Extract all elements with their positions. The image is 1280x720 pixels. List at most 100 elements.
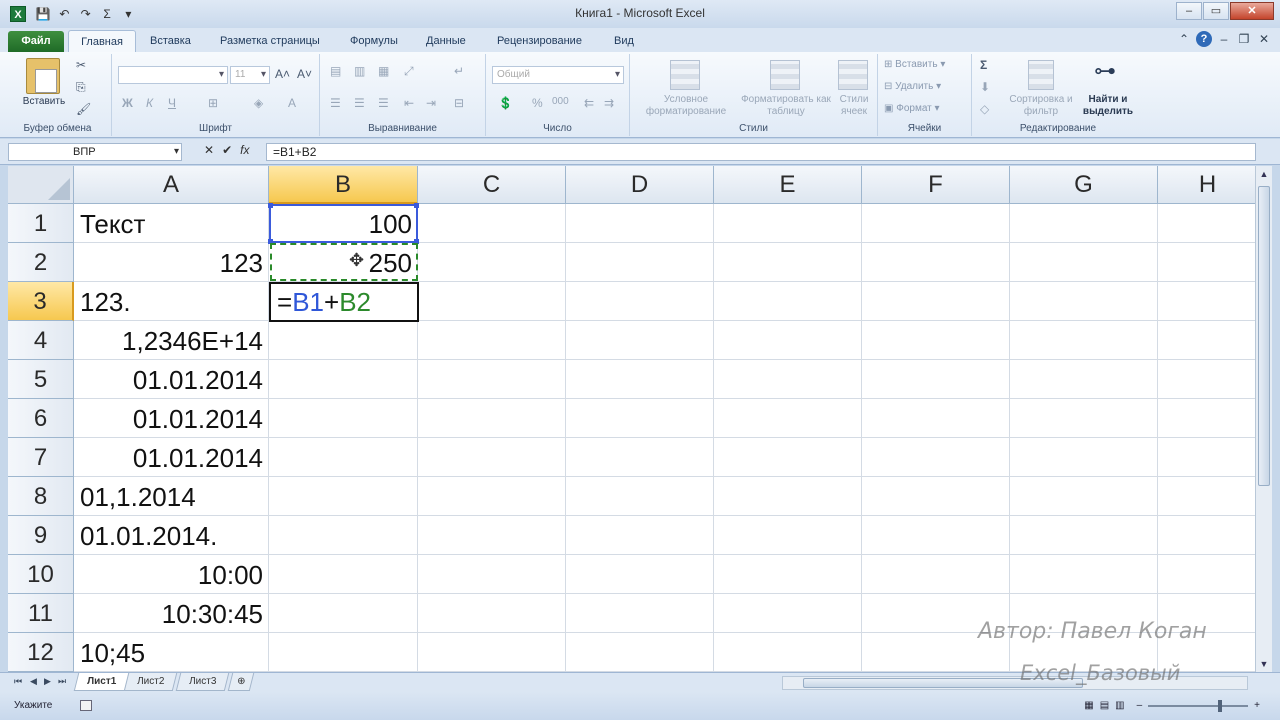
italic-button[interactable]: К (146, 96, 153, 110)
cell-styles-button[interactable]: Стили ячеек (832, 94, 876, 118)
align-middle-icon[interactable]: ▥ (354, 64, 365, 78)
increase-indent-icon[interactable]: ⇥ (426, 96, 436, 110)
align-bottom-icon[interactable]: ▦ (378, 64, 389, 78)
last-sheet-icon[interactable]: ⏭ (58, 676, 66, 687)
format-as-table-button[interactable]: Форматировать как таблицу (738, 94, 834, 118)
find-select-button[interactable]: Найти и выделить (1078, 94, 1138, 118)
cell-a3[interactable]: 123. (74, 282, 269, 321)
format-cells-button[interactable]: ▣ Формат ▾ (884, 102, 940, 116)
cell-a10[interactable]: 10:00 (74, 555, 269, 594)
font-name-combo[interactable] (118, 66, 228, 84)
row-header-11[interactable]: 11 (8, 594, 74, 633)
delete-cells-button[interactable]: ⊟ Удалить ▾ (884, 80, 941, 94)
page-layout-view-icon[interactable]: ▤ (1100, 700, 1109, 711)
column-header-e[interactable]: E (714, 166, 862, 204)
cell-a4[interactable]: 1,2346E+14 (74, 321, 269, 360)
cell-a8[interactable]: 01,1.2014 (74, 477, 269, 516)
column-header-f[interactable]: F (862, 166, 1010, 204)
cancel-formula-icon[interactable]: ✕ (204, 143, 214, 157)
formula-input[interactable]: =B1+B2 (266, 143, 1256, 161)
cell-a11[interactable]: 10:30:45 (74, 594, 269, 633)
name-box[interactable]: ВПР (8, 143, 182, 161)
insert-function-icon[interactable]: fx (240, 143, 249, 157)
fill-color-icon[interactable]: ◈ (254, 96, 263, 110)
autosum-icon[interactable]: Σ (980, 58, 987, 72)
cell-a2[interactable]: 123 (74, 243, 269, 282)
conditional-formatting-button[interactable]: Условное форматирование (634, 94, 738, 118)
cell-a12[interactable]: 10;45 (74, 633, 269, 672)
sort-filter-icon[interactable] (1028, 60, 1054, 90)
decrease-decimal-icon[interactable]: ⇉ (604, 96, 614, 110)
cell-a9[interactable]: 01.01.2014. (74, 516, 269, 555)
tab-page-layout[interactable]: Разметка страницы (220, 32, 320, 52)
cell-a7[interactable]: 01.01.2014 (74, 438, 269, 477)
font-size-combo[interactable]: 11 (230, 66, 270, 84)
row-header-7[interactable]: 7 (8, 438, 74, 477)
underline-button[interactable]: Ч (168, 96, 176, 110)
clear-icon[interactable]: ◇ (980, 102, 989, 116)
format-painter-icon[interactable]: 🖌 (76, 102, 91, 116)
spreadsheet-grid[interactable]: ABCDEFGH 1 2 3 4 5 6 7 8 9 10 11 12 Текст 123 123. 1,2… (8, 166, 1255, 672)
format-as-table-icon[interactable] (770, 60, 800, 90)
row-header-8[interactable]: 8 (8, 477, 74, 516)
tab-home[interactable]: Главная (68, 30, 136, 53)
enter-formula-icon[interactable]: ✔ (222, 143, 232, 157)
conditional-formatting-icon[interactable] (670, 60, 700, 90)
row-header-10[interactable]: 10 (8, 555, 74, 594)
row-header-2[interactable]: 2 (8, 243, 74, 282)
orientation-icon[interactable]: ⤢ (404, 64, 414, 79)
select-all-corner[interactable] (8, 166, 74, 204)
doc-close-icon[interactable]: ✕ (1256, 31, 1272, 47)
column-header-g[interactable]: G (1010, 166, 1158, 204)
tab-insert[interactable]: Вставка (150, 32, 191, 52)
paste-button[interactable]: Вставить (14, 96, 74, 108)
copy-icon[interactable]: ⎘ (76, 80, 86, 95)
column-header-d[interactable]: D (566, 166, 714, 204)
maximize-button[interactable]: ▭ (1203, 2, 1229, 20)
first-sheet-icon[interactable]: ⏮ (14, 676, 22, 687)
close-button[interactable]: ✕ (1230, 2, 1274, 20)
macro-record-icon[interactable] (80, 700, 92, 711)
column-header-a[interactable]: A (74, 166, 269, 204)
cell-a1[interactable]: Текст (74, 204, 269, 243)
cut-icon[interactable]: ✂ (76, 58, 86, 72)
font-color-icon[interactable]: A (288, 96, 296, 110)
scroll-up-icon[interactable]: ▲ (1256, 166, 1272, 182)
cell-styles-icon[interactable] (838, 60, 868, 90)
fill-icon[interactable]: ⬇ (980, 80, 990, 94)
tab-review[interactable]: Рецензирование (497, 32, 582, 52)
column-header-h[interactable]: H (1158, 166, 1255, 204)
percent-button[interactable]: % (532, 96, 543, 110)
vertical-scroll-thumb[interactable] (1258, 186, 1270, 486)
grow-font-icon[interactable]: A˄ (275, 67, 290, 81)
tab-file[interactable]: Файл (8, 31, 64, 52)
vertical-scrollbar[interactable]: ▲ ▼ (1255, 166, 1272, 672)
row-header-6[interactable]: 6 (8, 399, 74, 438)
row-header-5[interactable]: 5 (8, 360, 74, 399)
zoom-out-icon[interactable]: – (1137, 700, 1143, 711)
zoom-slider[interactable] (1148, 699, 1249, 712)
align-left-icon[interactable]: ☰ (330, 96, 341, 110)
sheet-tab-1[interactable]: Лист1 (73, 673, 130, 691)
align-center-icon[interactable]: ☰ (354, 96, 365, 110)
help-icon[interactable]: ? (1196, 31, 1212, 47)
tab-data[interactable]: Данные (426, 32, 466, 52)
increase-decimal-icon[interactable]: ⇇ (584, 96, 594, 110)
paste-icon[interactable] (26, 58, 60, 94)
minimize-button[interactable]: – (1176, 2, 1202, 20)
thousands-button[interactable]: 000 (552, 96, 569, 107)
row-header-3[interactable]: 3 (8, 282, 74, 321)
ref-handle[interactable] (268, 203, 273, 208)
align-right-icon[interactable]: ☰ (378, 96, 389, 110)
zoom-in-icon[interactable]: + (1254, 700, 1260, 711)
borders-icon[interactable]: ⊞ (208, 96, 218, 110)
ribbon-collapse-icon[interactable]: ⌃ (1176, 31, 1192, 47)
sort-filter-button[interactable]: Сортировка и фильтр (1006, 94, 1076, 118)
binoculars-icon[interactable]: ⊶ (1094, 58, 1116, 84)
doc-restore-icon[interactable]: ❐ (1236, 31, 1252, 47)
cell-a5[interactable]: 01.01.2014 (74, 360, 269, 399)
column-header-c[interactable]: C (418, 166, 566, 204)
decrease-indent-icon[interactable]: ⇤ (404, 96, 414, 110)
bold-button[interactable]: Ж (122, 96, 133, 110)
merge-center-icon[interactable]: ⊟ (454, 96, 464, 110)
